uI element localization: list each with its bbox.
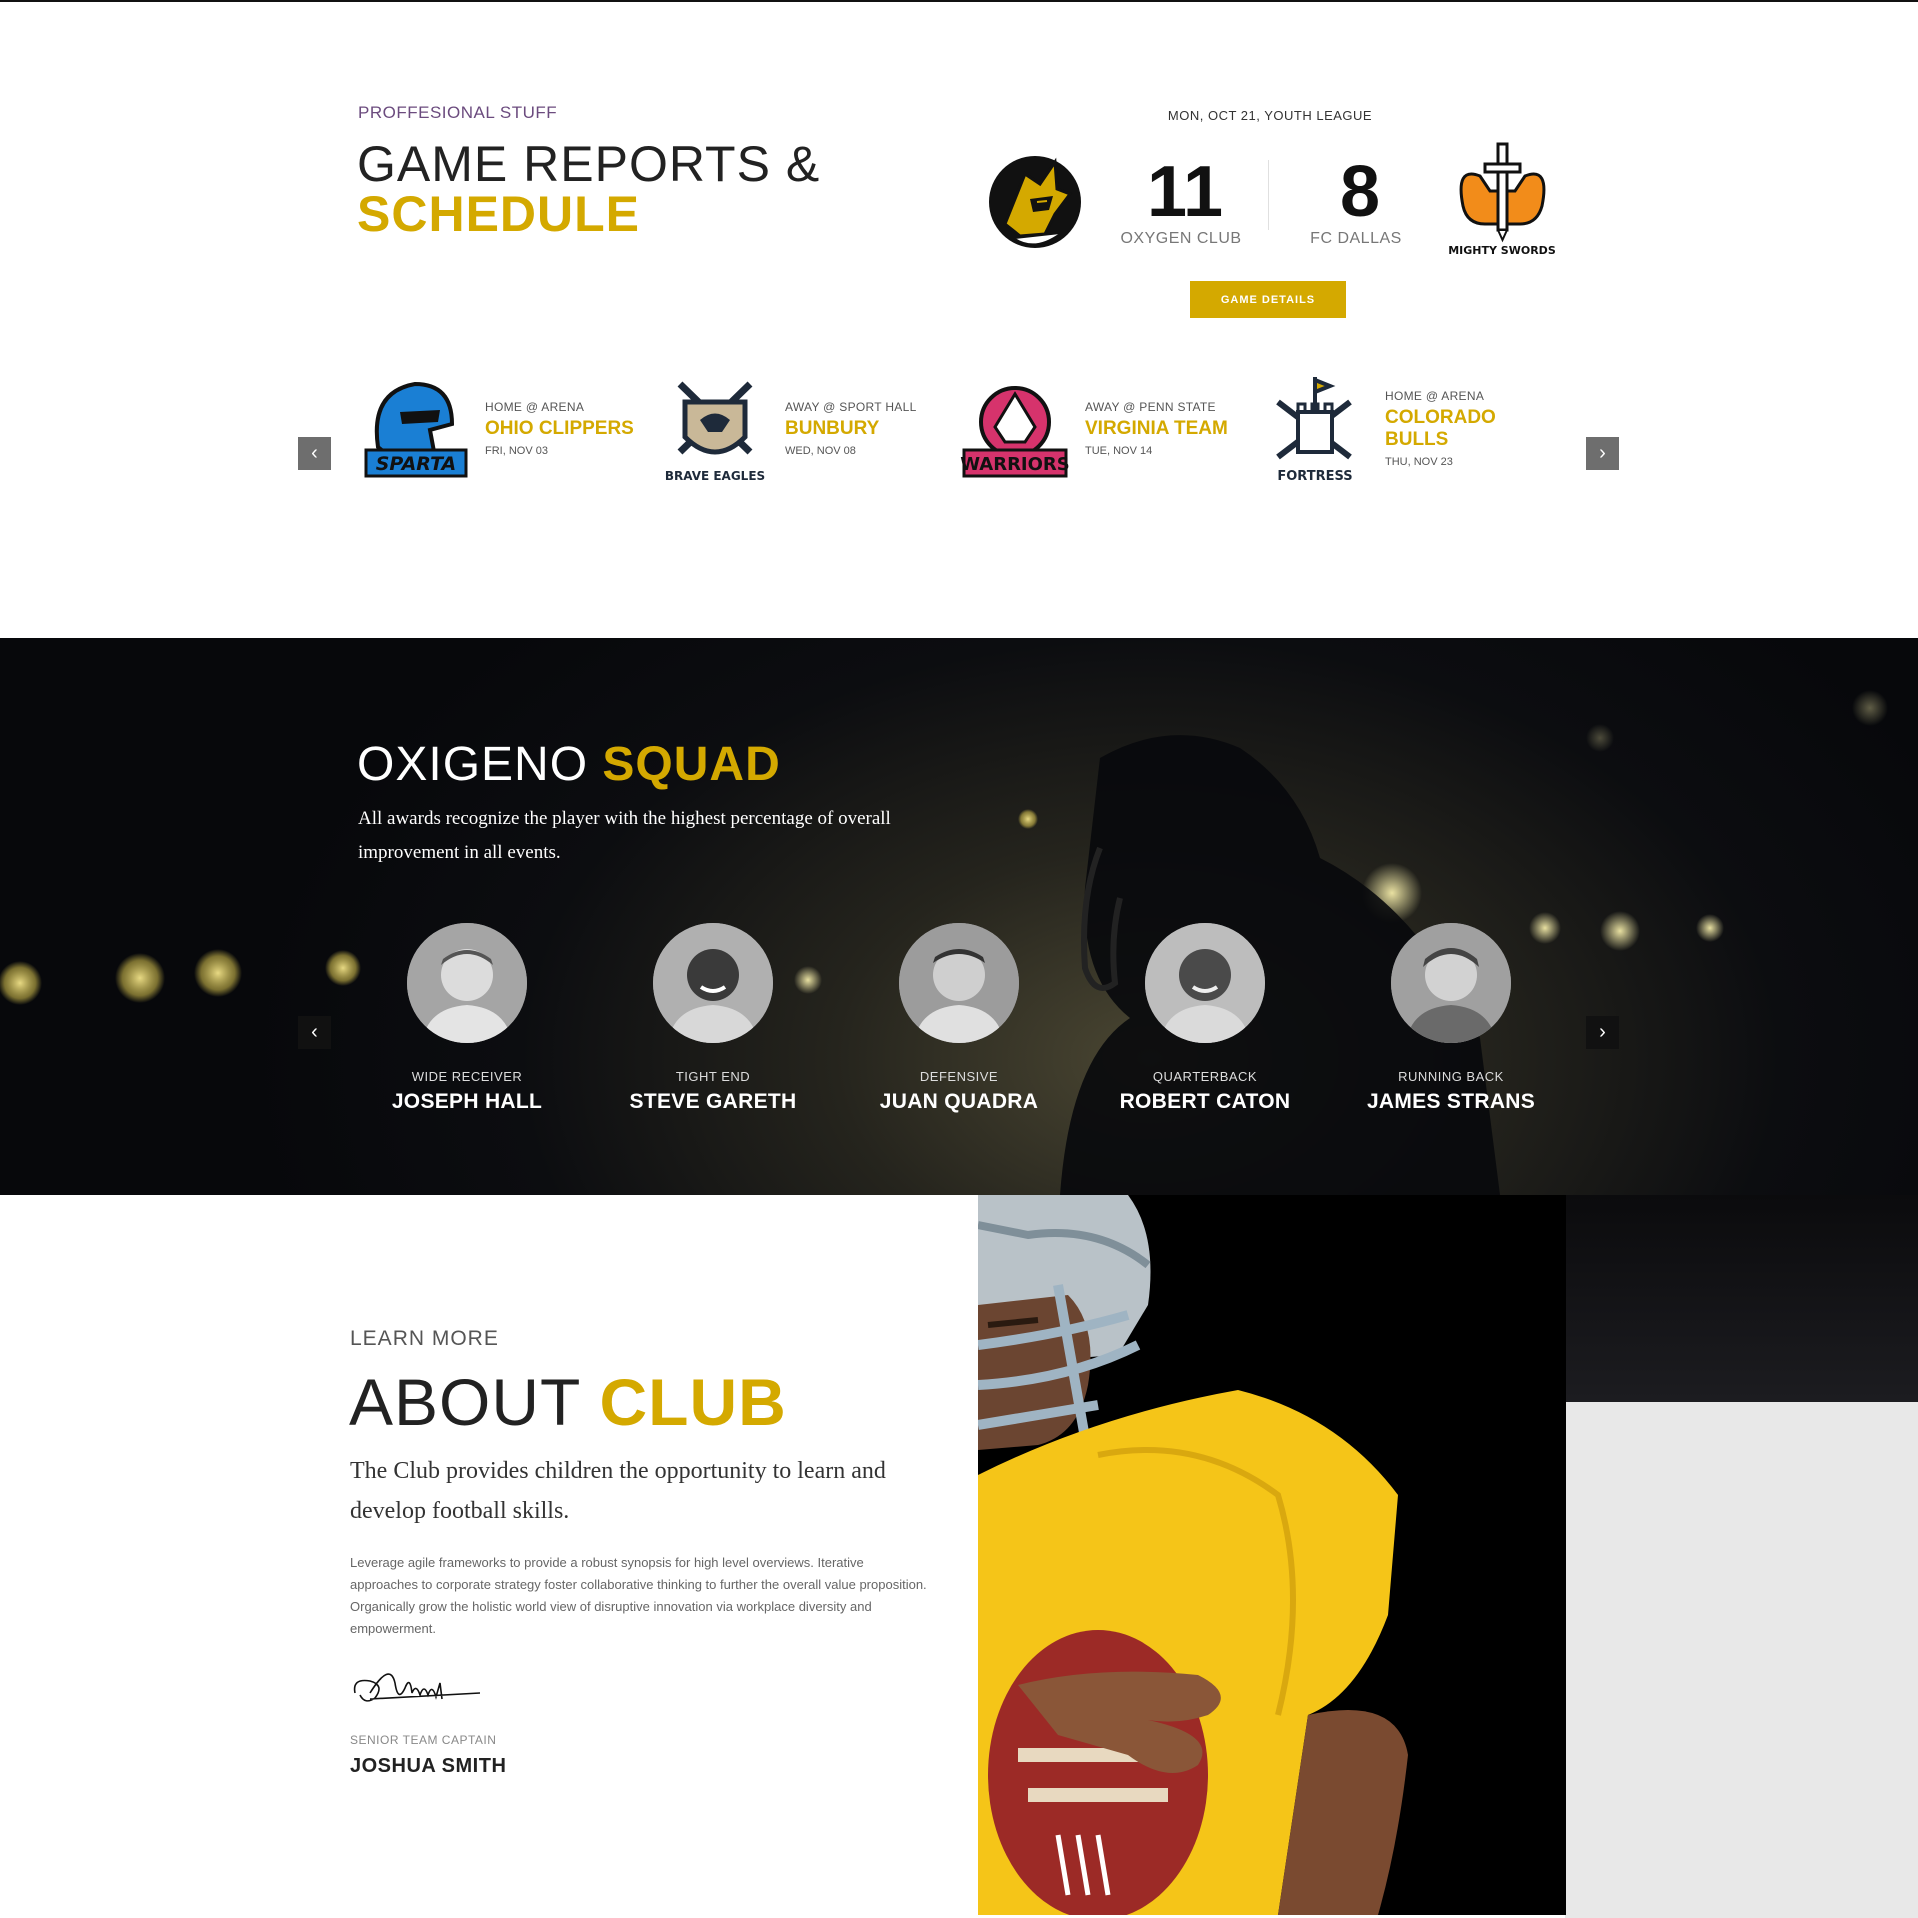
sparta-crest-icon: SPARTA — [364, 381, 468, 478]
about-body-text: Leverage agile frameworks to provide a r… — [350, 1555, 927, 1636]
home-score: 11 — [1146, 152, 1224, 232]
about-title-light: ABOUT — [349, 1365, 581, 1439]
captain-signature-image — [353, 1673, 481, 1702]
player-name[interactable]: JUAN QUADRA — [849, 1090, 1069, 1114]
player-name[interactable]: JAMES STRANS — [1341, 1090, 1561, 1114]
chevron-right-icon: › — [1599, 442, 1606, 464]
game-details-button[interactable]: GAME DETAILS — [1190, 281, 1346, 318]
player-avatar[interactable] — [899, 923, 1019, 1043]
away-score: 8 — [1339, 152, 1381, 232]
fixture-date: TUE, NOV 14 — [1085, 445, 1153, 457]
squad-description: All awards recognize the player with the… — [358, 808, 891, 863]
player-card[interactable]: DEFENSIVE JUAN QUADRA — [849, 923, 1069, 1114]
fixture-opponent[interactable]: COLORADO BULLS — [1385, 407, 1555, 451]
schedule-section: PROFFESIONAL STUFF GAME REPORTS & SCHEDU… — [0, 2, 1918, 638]
squad-title-light: OXIGENO — [357, 738, 589, 791]
svg-text:WARRIORS: WARRIORS — [960, 454, 1070, 475]
player-name[interactable]: JOSEPH HALL — [357, 1090, 577, 1114]
schedule-title-bold: SCHEDULE — [357, 186, 641, 242]
squad-next-button[interactable]: › — [1586, 1016, 1619, 1049]
fixture-card[interactable]: WARRIORS AWAY @ PENN STATE VIRGINIA TEAM… — [960, 372, 1250, 487]
squad-prev-button[interactable]: ‹ — [298, 1016, 331, 1049]
svg-text:BRAVE EAGLES: BRAVE EAGLES — [665, 469, 765, 483]
player-avatar[interactable] — [1391, 923, 1511, 1043]
brave-eagles-crest-icon: BRAVE EAGLES — [665, 381, 765, 483]
fixture-venue: HOME @ ARENA — [1385, 389, 1485, 403]
player-avatar[interactable] — [1145, 923, 1265, 1043]
fixture-card[interactable]: BRAVE EAGLES AWAY @ SPORT HALL BUNBURY W… — [660, 372, 950, 487]
squad-title-bold: SQUAD — [602, 738, 781, 791]
about-section: LEARN MORE ABOUT CLUB The Club provides … — [0, 1195, 1918, 1918]
fixture-date: WED, NOV 08 — [785, 445, 856, 457]
player-position: TIGHT END — [675, 1069, 751, 1084]
about-eyebrow: LEARN MORE — [350, 1327, 499, 1350]
fixture-opponent[interactable]: BUNBURY — [785, 418, 955, 440]
player-card[interactable]: WIDE RECEIVER JOSEPH HALL — [357, 923, 577, 1114]
squad-section: OXIGENO SQUAD All awards recognize the p… — [0, 638, 1918, 1195]
signer-name: JOSHUA SMITH — [350, 1755, 507, 1777]
knight-helmet-logo-icon[interactable] — [985, 144, 1085, 254]
fixture-opponent[interactable]: OHIO CLIPPERS — [485, 418, 655, 440]
about-lead-text: The Club provides children the opportuni… — [350, 1458, 886, 1524]
warriors-crest-icon: WARRIORS — [960, 386, 1070, 478]
player-avatar[interactable] — [653, 923, 773, 1043]
svg-text:SPARTA: SPARTA — [376, 453, 457, 475]
about-title: ABOUT CLUB — [349, 1365, 787, 1439]
fixture-opponent[interactable]: VIRGINIA TEAM — [1085, 418, 1255, 440]
signer-role: SENIOR TEAM CAPTAIN — [350, 1733, 497, 1747]
home-team-name: OXYGEN CLUB — [1120, 230, 1242, 247]
player-position: WIDE RECEIVER — [411, 1069, 523, 1084]
away-team-name: FC DALLAS — [1310, 230, 1402, 247]
about-title-bold: CLUB — [599, 1365, 787, 1439]
fixture-card[interactable]: FORTRESS HOME @ ARENA COLORADO BULLS THU… — [1260, 372, 1550, 487]
player-position: DEFENSIVE — [919, 1069, 999, 1084]
about-side-dark-panel — [1565, 1195, 1918, 1402]
player-position: QUARTERBACK — [1152, 1069, 1258, 1084]
player-card[interactable]: TIGHT END STEVE GARETH — [603, 923, 823, 1114]
chevron-left-icon: ‹ — [311, 442, 318, 464]
fixture-venue: HOME @ ARENA — [485, 400, 585, 414]
score-divider — [1268, 160, 1269, 230]
about-side-gray-panel — [1565, 1402, 1918, 1918]
fixtures-prev-button[interactable]: ‹ — [298, 437, 331, 470]
player-card[interactable]: RUNNING BACK JAMES STRANS — [1341, 923, 1561, 1114]
featured-match-date: MON, OCT 21, YOUTH LEAGUE — [1167, 108, 1373, 123]
fixture-date: FRI, NOV 03 — [485, 445, 548, 457]
fixture-date: THU, NOV 23 — [1385, 456, 1453, 468]
player-avatar[interactable] — [407, 923, 527, 1043]
player-name[interactable]: STEVE GARETH — [603, 1090, 823, 1114]
chevron-right-icon: › — [1599, 1021, 1606, 1043]
player-card[interactable]: QUARTERBACK ROBERT CATON — [1095, 923, 1315, 1114]
fixture-venue: AWAY @ SPORT HALL — [785, 400, 917, 414]
fixture-card[interactable]: SPARTA HOME @ ARENA OHIO CLIPPERS FRI, N… — [360, 372, 650, 487]
player-position: RUNNING BACK — [1398, 1069, 1504, 1084]
fixtures-next-button[interactable]: › — [1586, 437, 1619, 470]
football-player-photo — [978, 1195, 1566, 1915]
chevron-left-icon: ‹ — [311, 1021, 318, 1043]
svg-text:MIGHTY SWORDS: MIGHTY SWORDS — [1448, 244, 1556, 257]
fortress-crest-icon: FORTRESS — [1276, 377, 1353, 484]
player-name[interactable]: ROBERT CATON — [1095, 1090, 1315, 1114]
fixture-venue: AWAY @ PENN STATE — [1085, 400, 1216, 414]
squad-title: OXIGENO SQUAD — [357, 738, 781, 792]
mighty-swords-logo-icon[interactable]: MIGHTY SWORDS — [1445, 136, 1560, 261]
schedule-title-light: GAME REPORTS & — [357, 136, 821, 192]
svg-text:FORTRESS: FORTRESS — [1277, 469, 1352, 484]
schedule-eyebrow: PROFFESIONAL STUFF — [358, 103, 558, 122]
